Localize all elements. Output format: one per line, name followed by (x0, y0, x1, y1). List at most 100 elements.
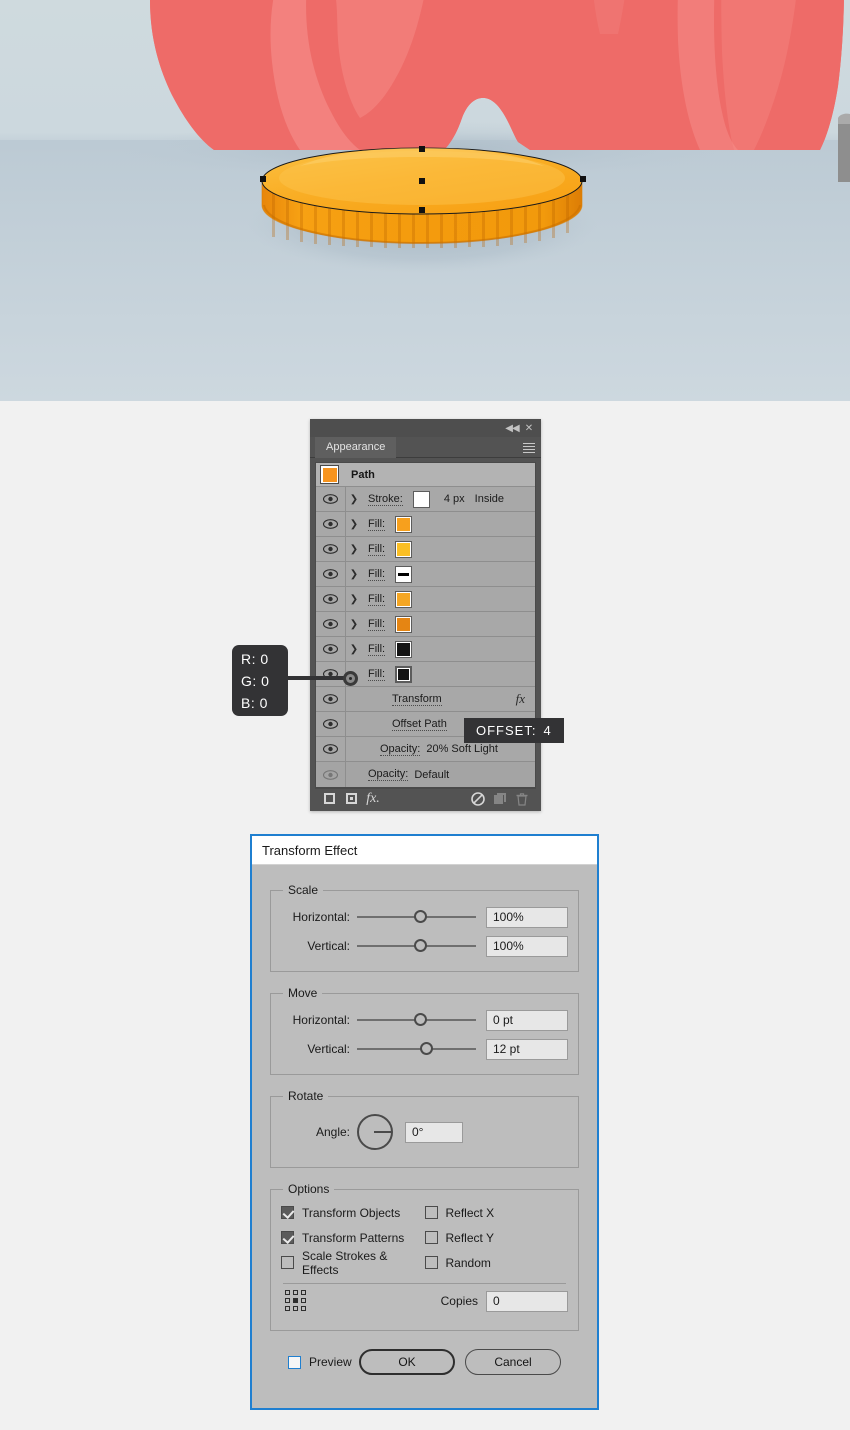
fill-color-swatch-3[interactable] (395, 565, 413, 583)
visibility-toggle-fill-5[interactable] (316, 612, 346, 636)
appearance-row-fill-1[interactable]: ❯ Fill: (316, 512, 535, 537)
eye-icon (323, 594, 338, 604)
transform-objects-checkbox[interactable] (281, 1206, 294, 1219)
stroke-alignment[interactable]: Inside (475, 493, 504, 505)
visibility-toggle-transform[interactable] (316, 687, 346, 711)
appearance-row-stroke[interactable]: ❯ Stroke: 4 px Inside (316, 487, 535, 512)
appearance-row-fill-5[interactable]: ❯ Fill: (316, 612, 535, 637)
visibility-toggle-fill-4[interactable] (316, 587, 346, 611)
delete-item-icon[interactable] (511, 790, 533, 808)
expand-arrow-fill-3[interactable]: ❯ (346, 562, 362, 586)
option-reflect-y[interactable]: Reflect Y (424, 1225, 569, 1250)
angle-dial-icon[interactable] (357, 1114, 393, 1150)
fill-color-swatch-5[interactable] (395, 615, 413, 633)
row-value-opacity-2[interactable]: Default (414, 769, 449, 781)
option-reflect-x[interactable]: Reflect X (424, 1200, 569, 1225)
visibility-toggle-fill-3[interactable] (316, 562, 346, 586)
scale-strokes-effects-checkbox[interactable] (281, 1256, 294, 1269)
option-transform-patterns[interactable]: Transform Patterns (281, 1225, 425, 1250)
copies-row: Copies 0 (281, 1284, 568, 1318)
option-scale-strokes-effects[interactable]: Scale Strokes & Effects (281, 1248, 425, 1277)
row-label-opacity-1[interactable]: Opacity: (380, 743, 421, 756)
visibility-toggle-fill-1[interactable] (316, 512, 346, 536)
slider-knob[interactable] (414, 910, 428, 923)
appearance-row-opacity-2[interactable]: Opacity: Default (316, 762, 535, 787)
move-vertical-input[interactable]: 12 pt (486, 1038, 568, 1060)
new-stroke-icon[interactable] (340, 790, 362, 808)
preview-toggle[interactable]: Preview (288, 1355, 352, 1369)
scale-horizontal-input[interactable]: 100% (486, 906, 568, 928)
tab-appearance[interactable]: Appearance (315, 437, 397, 458)
reflect-y-checkbox[interactable] (424, 1231, 438, 1244)
fill-color-swatch-4[interactable] (395, 590, 413, 608)
stroke-color-swatch[interactable] (412, 490, 430, 508)
visibility-toggle-opacity-1[interactable] (316, 737, 346, 761)
fill-color-swatch-7[interactable] (395, 665, 413, 683)
random-checkbox[interactable] (424, 1256, 438, 1269)
row-label-fill-3: Fill: (368, 567, 386, 581)
reflect-x-checkbox[interactable] (424, 1206, 438, 1219)
visibility-toggle-fill-6[interactable] (316, 637, 346, 661)
scale-vertical-slider[interactable] (357, 937, 476, 955)
transform-patterns-checkbox[interactable] (281, 1231, 294, 1244)
slider-knob[interactable] (414, 1013, 428, 1026)
duplicate-item-icon[interactable] (489, 790, 511, 808)
options-right-column: Reflect X Reflect Y Random (424, 1200, 569, 1275)
add-effect-icon[interactable]: fx. (362, 790, 384, 808)
expand-arrow-fill-5[interactable]: ❯ (346, 612, 362, 636)
cancel-button[interactable]: Cancel (465, 1349, 561, 1375)
move-horizontal-slider[interactable] (357, 1011, 476, 1029)
ok-button[interactable]: OK (359, 1349, 455, 1375)
scale-horizontal-slider[interactable] (357, 908, 476, 926)
rotate-angle-input[interactable]: 0° (405, 1121, 463, 1143)
panel-menu-icon[interactable] (523, 443, 535, 453)
fill-color-swatch-2[interactable] (395, 540, 413, 558)
scale-vertical-input[interactable]: 100% (486, 935, 568, 957)
row-label-fill-2: Fill: (368, 542, 386, 556)
eye-icon (323, 769, 338, 780)
fill-color-swatch-1[interactable] (395, 515, 413, 533)
copies-input[interactable]: 0 (486, 1290, 568, 1312)
clear-appearance-icon[interactable] (467, 790, 489, 808)
move-vertical-slider[interactable] (357, 1040, 476, 1058)
preview-checkbox[interactable] (288, 1355, 301, 1369)
scale-strokes-effects-label: Scale Strokes & Effects (302, 1248, 388, 1277)
transform-objects-label: Transform Objects (302, 1205, 401, 1220)
visibility-toggle-opacity-2[interactable] (316, 762, 346, 787)
move-vertical-label: Vertical: (307, 1042, 350, 1056)
slider-knob[interactable] (414, 939, 428, 952)
row-label-fill-6: Fill: (368, 642, 386, 656)
fill-color-swatch-6[interactable] (395, 640, 413, 658)
appearance-target-row[interactable]: Path (316, 463, 535, 487)
option-transform-objects[interactable]: Transform Objects (281, 1200, 425, 1225)
expand-arrow-stroke[interactable]: ❯ (346, 487, 362, 511)
expand-arrow-fill-6[interactable]: ❯ (346, 637, 362, 661)
row-label-offset-path[interactable]: Offset Path (392, 718, 447, 731)
row-value-opacity-1[interactable]: 20% Soft Light (426, 743, 498, 755)
new-fill-icon[interactable] (318, 790, 340, 808)
visibility-toggle-fill-2[interactable] (316, 537, 346, 561)
expand-arrow-fill-1[interactable]: ❯ (346, 512, 362, 536)
collapse-panel-icon[interactable]: ◀◀ (505, 422, 519, 435)
expand-arrow-fill-4[interactable]: ❯ (346, 587, 362, 611)
option-random[interactable]: Random (424, 1250, 569, 1275)
reference-point-grid-icon[interactable] (285, 1290, 307, 1312)
expand-arrow-fill-2[interactable]: ❯ (346, 537, 362, 561)
row-label-transform[interactable]: Transform (392, 693, 442, 706)
slider-knob[interactable] (420, 1042, 434, 1055)
appearance-row-transform-effect[interactable]: Transform fx (316, 687, 535, 712)
appearance-row-fill-4[interactable]: ❯ Fill: (316, 587, 535, 612)
row-label-opacity-2[interactable]: Opacity: (368, 768, 409, 781)
row-label-fill-7: Fill: (368, 667, 386, 681)
close-panel-icon[interactable]: ✕ (522, 422, 536, 435)
visibility-toggle-stroke[interactable] (316, 487, 346, 511)
visibility-toggle-fill-7[interactable] (316, 662, 346, 686)
appearance-target-label: Path (351, 468, 375, 481)
no-color-swatch-icon (397, 567, 411, 581)
appearance-row-fill-2[interactable]: ❯ Fill: (316, 537, 535, 562)
visibility-toggle-offset-path[interactable] (316, 712, 346, 736)
appearance-row-fill-6[interactable]: ❯ Fill: (316, 637, 535, 662)
stroke-weight[interactable]: 4 px (444, 493, 465, 505)
move-horizontal-input[interactable]: 0 pt (486, 1009, 568, 1031)
appearance-row-fill-3[interactable]: ❯ Fill: (316, 562, 535, 587)
